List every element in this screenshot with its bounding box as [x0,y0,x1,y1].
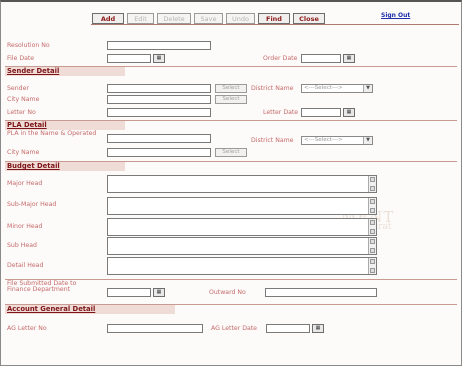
pla-district-value: <---Select---> [304,137,343,143]
detail-head-textarea[interactable] [107,257,377,275]
district-name-label: District Name [251,85,294,92]
detail-head-label: Detail Head [7,262,44,269]
ag-letter-date-label: AG Letter Date [211,325,257,332]
sender-select-button[interactable]: Select [215,84,247,93]
account-general-detail-header: Account General Detail [5,305,175,314]
scrollbar[interactable] [368,198,376,214]
pla-name-input[interactable] [107,134,211,143]
order-date-input[interactable] [301,54,341,63]
sub-major-head-textarea[interactable] [107,197,377,215]
application-window: MENT Gujarat Add Edit Delete Save Undo F… [0,0,462,366]
pla-city-name-input[interactable] [107,148,211,157]
major-head-textarea[interactable] [107,175,377,193]
budget-detail-header: Budget Detail [5,162,125,171]
scrollbar[interactable] [368,238,376,254]
sender-district-value: <---Select---> [304,85,343,91]
order-date-label: Order Date [263,55,298,62]
file-submitted-label: File Submitted Date to Finance Departmen… [7,280,77,294]
calendar-icon[interactable]: ▦ [312,324,324,333]
city-name-label: City Name [7,96,40,103]
pla-district-name-label: District Name [251,137,294,144]
pla-district-dropdown[interactable]: <---Select---> ▼ [301,136,373,145]
undo-button[interactable]: Undo [226,13,255,24]
find-button[interactable]: Find [258,13,290,24]
chevron-down-icon[interactable]: ▼ [363,137,372,144]
calendar-icon[interactable]: ▦ [343,108,355,117]
letter-date-input[interactable] [301,108,341,117]
edit-button[interactable]: Edit [127,13,154,24]
save-button[interactable]: Save [194,13,223,24]
sign-out-link[interactable]: Sign Out [381,12,410,19]
chevron-down-icon[interactable]: ▼ [363,85,372,92]
city-name-input[interactable] [107,95,211,104]
ag-letter-no-input[interactable] [107,324,203,333]
sender-district-dropdown[interactable]: <---Select---> ▼ [301,84,373,93]
resolution-no-label: Resolution No [7,42,50,49]
scrollbar[interactable] [368,258,376,274]
letter-date-label: Letter Date [263,109,299,116]
ag-letter-date-input[interactable] [266,324,310,333]
minor-head-textarea[interactable] [107,218,377,236]
file-date-input[interactable] [107,54,151,63]
toolbar-divider [91,24,459,25]
letter-no-label: Letter No [7,109,36,116]
outward-no-input[interactable] [265,288,377,297]
calendar-icon[interactable]: ▦ [153,288,165,297]
major-head-label: Major Head [7,180,43,187]
calendar-icon[interactable]: ▦ [153,54,165,63]
scrollbar[interactable] [368,176,376,192]
sub-major-head-label: Sub-Major Head [7,201,57,208]
city-select-button[interactable]: Select [215,95,247,104]
outward-no-label: Outward No [209,289,246,296]
pla-city-select-button[interactable]: Select [215,148,247,157]
calendar-icon[interactable]: ▦ [343,54,355,63]
letter-no-input[interactable] [107,108,211,117]
close-button[interactable]: Close [293,13,325,24]
add-button[interactable]: Add [92,13,124,24]
pla-detail-header: PLA Detail [5,121,125,130]
sender-label: Sender [7,85,29,92]
sub-head-label: Sub Head [7,242,37,249]
delete-button[interactable]: Delete [157,13,191,24]
sender-detail-header: Sender Detail [5,67,125,76]
file-submitted-date-input[interactable] [107,288,151,297]
resolution-no-input[interactable] [107,41,211,50]
minor-head-label: Minor Head [7,223,43,230]
file-date-label: File Date [7,55,35,62]
pla-name-operated-label: PLA in the Name & Operated [7,130,97,137]
ag-letter-no-label: AG Letter No [7,325,47,332]
pla-city-name-label: City Name [7,149,40,156]
sender-input[interactable] [107,84,211,93]
sub-head-textarea[interactable] [107,237,377,255]
scrollbar[interactable] [368,219,376,235]
